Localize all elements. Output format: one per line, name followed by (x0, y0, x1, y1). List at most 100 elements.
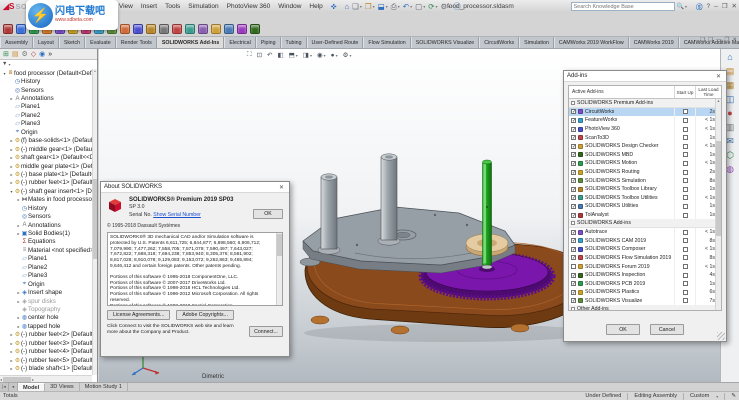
addin-active-checkbox[interactable]: ✓ (571, 126, 576, 132)
view-settings-icon[interactable]: ⚙ ▾ (343, 51, 352, 59)
addin-startup-checkbox[interactable] (682, 255, 688, 261)
addin-startup-checkbox[interactable] (682, 152, 688, 158)
custom-properties-icon[interactable]: ▥ (726, 122, 735, 132)
model-tab-model[interactable]: Model (18, 383, 46, 391)
addin-active-checkbox[interactable]: ✓ (571, 281, 576, 287)
addin-row-photoview-360[interactable]: ✓ PhotoView 360 < 1s (569, 124, 721, 134)
addin-row-solidworks-toolbox-library[interactable]: ✓ SOLIDWORKS Toolbox Library 1s (569, 184, 721, 194)
addin-active-checkbox[interactable]: ✓ (571, 143, 576, 149)
maximize-button[interactable]: ❐ (722, 2, 728, 10)
status-custom[interactable]: Custom (690, 393, 709, 399)
assembly-model[interactable] (299, 149, 599, 344)
file-explorer-icon[interactable]: ▦ (726, 80, 735, 90)
tree-item-plane2[interactable]: ▱ Plane2 (0, 263, 92, 271)
show-serial-link[interactable]: Show Serial Number (153, 212, 201, 218)
addin-startup-checkbox[interactable] (682, 289, 688, 295)
tab-solidworks-add-ins[interactable]: SOLIDWORKS Add-Ins (156, 37, 225, 48)
tree-vertical-scrollbar[interactable]: ▲ (92, 69, 97, 375)
tolanalyst-icon[interactable] (159, 23, 169, 34)
edit-tag-icon[interactable]: ✎ (731, 393, 736, 399)
tree-item-annotations[interactable]: ▸ A Annotations (0, 221, 92, 229)
tree-item-food-processor-defa[interactable]: ▾⧈food processor (Default<Default_Dis (0, 69, 92, 77)
configurationmanager-tab-icon[interactable]: ⚙ (22, 50, 28, 58)
addin-active-checkbox[interactable]: ✓ (571, 109, 576, 115)
addin-startup-checkbox[interactable] (682, 264, 688, 270)
save-icon[interactable]: ⬓ ▾ (378, 2, 388, 11)
tree-item-rubber-feet-2[interactable]: ▸⚙(-) rubber feet<2> [Default<<Def (0, 331, 92, 339)
addin-startup-checkbox[interactable] (682, 229, 688, 235)
propertymanager-tab-icon[interactable]: ▤ (12, 50, 19, 58)
minimize-button[interactable]: – (714, 3, 718, 10)
addins-dialog-titlebar[interactable]: Add-ins ✕ (564, 71, 726, 82)
addin-row-solidworks-composer[interactable]: ✓ SOLIDWORKS Composer < 1s (569, 245, 721, 254)
filter-caret-icon[interactable]: ▾ (8, 62, 10, 67)
addin-startup-checkbox[interactable] (682, 169, 688, 175)
tab-circuitworks[interactable]: CircuitWorks (479, 37, 520, 48)
addin-row-scanto3d[interactable]: ✓ ScanTo3D 1s (569, 133, 721, 142)
xpress-products-icon[interactable]: ◍ (726, 164, 734, 174)
zoom-area-icon[interactable]: ⊡ (257, 51, 262, 59)
tree-item-plane1[interactable]: ▱ Plane1 (0, 255, 92, 263)
addin-row-solidworks-simulation[interactable]: ✓ SOLIDWORKS Simulation 8s (569, 176, 721, 185)
addin-startup-checkbox[interactable] (682, 178, 688, 184)
menu-insert[interactable]: Insert (137, 2, 161, 11)
addin-active-checkbox[interactable]: ✓ (571, 255, 576, 261)
connect-button[interactable]: Connect... (249, 326, 283, 337)
edit-appearance-icon[interactable]: ● ▾ (331, 52, 338, 59)
tree-item-shaft-gear-1-defau[interactable]: ▸⚙shaft gear<1> (Default<<Defaul (0, 153, 92, 161)
doc-close-icon[interactable]: ✕ (732, 37, 737, 43)
utilities-icon[interactable] (146, 23, 156, 34)
addin-row-solidworks-visualize[interactable]: ✓ SOLIDWORKS Visualize 7s (569, 296, 721, 306)
addin-active-checkbox[interactable]: ✓ (571, 152, 576, 158)
featuremanager-tab-icon[interactable]: ⊞ (3, 50, 9, 58)
addins-scrollbar[interactable]: ▲ (715, 99, 721, 310)
tree-item-base-plate-1-d[interactable]: ▸⚙(-) base plate<1> [Default<<Def (0, 170, 92, 178)
tree-vscroll-thumb[interactable] (93, 179, 97, 259)
display-style-icon[interactable]: ◨ ▾ (303, 51, 312, 59)
addin-startup-checkbox[interactable] (682, 272, 688, 278)
addin-active-checkbox[interactable]: ✓ (571, 298, 576, 304)
dimxpertmanager-tab-icon[interactable]: ◇ (31, 50, 36, 58)
addin-active-checkbox[interactable]: ✓ (571, 289, 576, 295)
tree-item-middle-gear-plate-1[interactable]: ▸⚙middle gear plate<1> (Default<<Def (0, 162, 92, 170)
toolbox-library-icon[interactable] (120, 23, 130, 34)
addin-startup-checkbox[interactable] (682, 203, 688, 209)
tree-item-history[interactable]: ◷ History (0, 204, 92, 212)
flow-simulation-icon[interactable] (198, 23, 208, 34)
tab-simulation[interactable]: Simulation (519, 37, 554, 48)
addin-active-checkbox[interactable]: ✓ (571, 135, 576, 141)
tree-item-rubber-feet-1[interactable]: ▸⚙(-) rubber feet<1> [Default<<Def (0, 179, 92, 187)
about-dialog-titlebar[interactable]: About SOLIDWORKS ✕ (101, 182, 289, 193)
open-icon[interactable]: ❐ ▾ (365, 2, 375, 11)
addin-row-autotrace[interactable]: ✓ Autotrace < 1s (569, 227, 721, 237)
doc-restore-icon[interactable]: ❐ (724, 37, 729, 43)
cam-icon[interactable] (172, 23, 182, 34)
circuitworks-icon[interactable] (3, 23, 13, 34)
zoom-fit-icon[interactable]: ⛶ (247, 51, 252, 59)
about-close-icon[interactable]: ✕ (277, 184, 286, 191)
doc-cascade-icon[interactable]: ❏ (700, 37, 705, 43)
tree-item-blade-shaft-1[interactable]: ▸⚙(-) blade shaft<1> [Default<Defa (0, 364, 92, 372)
addin-active-checkbox[interactable]: ✓ (571, 238, 576, 244)
solidworks-add-ins-icon[interactable]: ⬡ (726, 150, 734, 160)
search-caret-icon[interactable]: ▾ (685, 4, 687, 9)
view-orientation-icon[interactable]: ⬒ ▾ (289, 51, 298, 59)
tree-item-sensors[interactable]: ◎ Sensors (0, 212, 92, 220)
tree-item-plane1[interactable]: ▱ Plane1 (0, 103, 92, 111)
addin-row-solidworks-inspection[interactable]: ✓ SOLIDWORKS Inspection 4s (569, 270, 721, 280)
forum-icon[interactable] (211, 23, 221, 34)
addin-active-checkbox[interactable]: ✓ (571, 246, 576, 252)
patent-scroll-thumb[interactable] (277, 234, 282, 257)
toolbox-utilities-icon[interactable] (133, 23, 143, 34)
design-library-icon[interactable]: ▤ (726, 66, 735, 76)
menu-tools[interactable]: Tools (161, 2, 184, 11)
addin-startup-checkbox[interactable] (682, 143, 688, 149)
addin-startup-checkbox[interactable] (682, 135, 688, 141)
tree-item-plane2[interactable]: ▱ Plane2 (0, 111, 92, 119)
addin-row-solidworks-forum-2019[interactable]: SOLIDWORKS Forum 2019 < 1s (569, 262, 721, 271)
search-input[interactable] (570, 2, 675, 11)
tab-layout[interactable]: Layout (32, 37, 59, 48)
addin-startup-checkbox[interactable] (682, 298, 688, 304)
addin-startup-checkbox[interactable] (682, 212, 688, 218)
addin-startup-checkbox[interactable] (682, 126, 688, 132)
